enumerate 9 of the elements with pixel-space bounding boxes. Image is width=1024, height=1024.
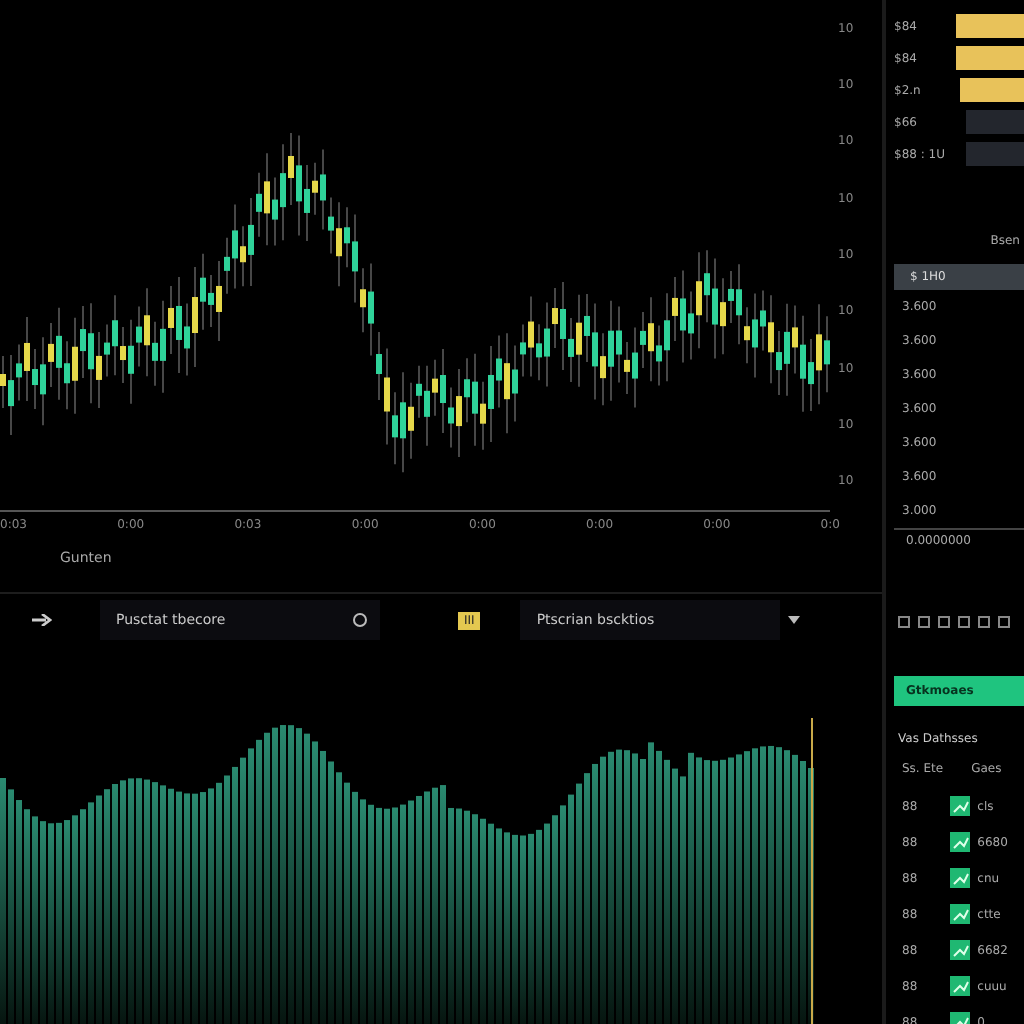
caret-icon[interactable] bbox=[788, 616, 801, 624]
chart-icon[interactable] bbox=[949, 904, 970, 924]
chart-icon[interactable] bbox=[949, 940, 970, 960]
chart-icon[interactable] bbox=[949, 832, 970, 852]
arrow-icon[interactable] bbox=[32, 614, 52, 626]
chart-icon[interactable] bbox=[949, 868, 970, 888]
chart-icon[interactable] bbox=[949, 976, 970, 996]
chart-icon[interactable] bbox=[949, 796, 970, 816]
search-icon[interactable] bbox=[352, 612, 368, 628]
